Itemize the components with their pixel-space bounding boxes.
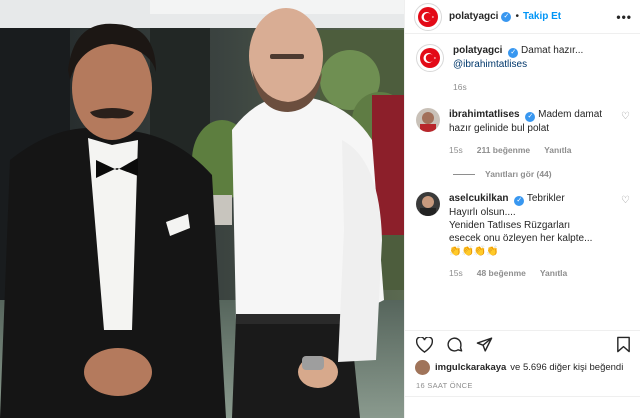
verified-badge-icon: ✓ bbox=[508, 48, 519, 58]
follow-button[interactable]: Takip Et bbox=[523, 11, 561, 22]
comment-username[interactable]: ibrahimtatlises bbox=[449, 109, 520, 120]
caption-mention[interactable]: @ibrahimtatlises bbox=[453, 58, 630, 71]
view-replies-label: Yanıtları gör (44) bbox=[485, 169, 552, 179]
caption-avatar[interactable] bbox=[416, 44, 444, 72]
caption-username[interactable]: polatyagci bbox=[453, 45, 502, 56]
comment-item: aselcukilkan ✓ Tebrikler Hayırlı olsun..… bbox=[416, 192, 630, 280]
bookmark-icon[interactable] bbox=[614, 336, 632, 354]
more-options-icon[interactable]: ••• bbox=[616, 10, 632, 24]
comment-likes[interactable]: 48 beğenme bbox=[477, 267, 526, 280]
post-sidebar: polatyagci ✓ • Takip Et ••• polatyagci ✓… bbox=[404, 0, 640, 418]
caption: polatyagci ✓ Damat hazır... @ibrahimtatl… bbox=[416, 44, 630, 94]
likes-summary[interactable]: imgulckarakaya ve 5.696 diğer kişi beğen… bbox=[415, 360, 636, 375]
comment-text-line: esecek onu özleyen her kalpte... bbox=[449, 233, 593, 244]
comments-list: polatyagci ✓ Damat hazır... @ibrahimtatl… bbox=[405, 34, 640, 324]
comment-like-heart-icon[interactable]: ♡ bbox=[621, 194, 630, 207]
share-icon[interactable] bbox=[475, 336, 493, 354]
author-username[interactable]: polatyagci bbox=[449, 11, 498, 22]
comment-text-line: Hayırlı olsun.... bbox=[449, 207, 516, 218]
comment-item: ibrahimtatlises ✓ Madem damat hazır geli… bbox=[416, 108, 630, 157]
comment-emoji-line: 👏👏👏👏 bbox=[449, 246, 499, 257]
post-photo[interactable] bbox=[0, 0, 404, 418]
commenter-avatar[interactable] bbox=[416, 192, 440, 216]
author-avatar[interactable] bbox=[414, 2, 442, 31]
comment-username[interactable]: aselcukilkan bbox=[449, 193, 508, 204]
caption-time[interactable]: 16s bbox=[453, 81, 467, 94]
comment-text-line: Tebrikler bbox=[526, 193, 565, 204]
comment-time[interactable]: 15s bbox=[449, 144, 463, 157]
turkish-flag-icon bbox=[420, 48, 440, 68]
caption-text: Damat hazır... bbox=[521, 45, 584, 56]
post-time-ago[interactable]: 16 SAAT ÖNCE bbox=[416, 381, 473, 390]
commenter-avatar[interactable] bbox=[416, 108, 440, 132]
liker-username[interactable]: imgulckarakaya bbox=[435, 362, 506, 373]
turkish-flag-icon bbox=[418, 6, 438, 27]
comment-text-line: Yeniden Tatlıses Rüzgarları bbox=[449, 220, 571, 231]
reply-button[interactable]: Yanıtla bbox=[540, 267, 567, 280]
heart-icon[interactable] bbox=[415, 336, 433, 354]
post-image bbox=[0, 0, 404, 418]
verified-badge-icon: ✓ bbox=[501, 11, 512, 22]
comment-like-heart-icon[interactable]: ♡ bbox=[621, 110, 630, 123]
comment-icon[interactable] bbox=[445, 336, 463, 354]
comment-time[interactable]: 15s bbox=[449, 267, 463, 280]
replies-divider bbox=[453, 173, 475, 175]
verified-badge-icon: ✓ bbox=[525, 112, 536, 122]
comment-likes[interactable]: 211 beğenme bbox=[477, 144, 530, 157]
add-comment-bar[interactable] bbox=[405, 396, 640, 418]
verified-badge-icon: ✓ bbox=[514, 196, 525, 206]
reply-button[interactable]: Yanıtla bbox=[544, 144, 571, 157]
liker-avatar bbox=[415, 360, 430, 375]
post-header: polatyagci ✓ • Takip Et ••• bbox=[405, 0, 640, 34]
view-replies[interactable]: Yanıtları gör (44) bbox=[453, 169, 630, 179]
likes-count-text[interactable]: ve 5.696 diğer kişi beğendi bbox=[510, 362, 623, 373]
action-bar bbox=[405, 330, 640, 358]
separator-dot: • bbox=[515, 11, 519, 22]
